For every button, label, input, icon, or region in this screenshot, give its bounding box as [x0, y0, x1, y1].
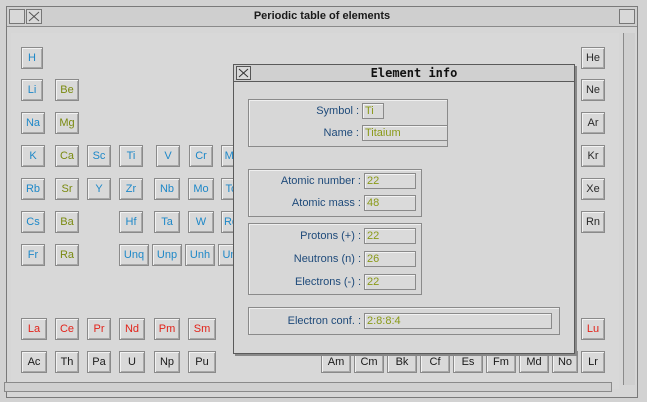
element-V[interactable]: V — [156, 145, 180, 167]
element-Ar[interactable]: Ar — [581, 112, 605, 134]
element-Sc[interactable]: Sc — [87, 145, 111, 167]
element-Na[interactable]: Na — [21, 112, 45, 134]
dialog-title: Element info — [370, 66, 458, 80]
toggle-size-icon[interactable] — [619, 9, 635, 24]
element-Th[interactable]: Th — [55, 351, 79, 373]
econf-row: Electron conf. : 2:8:8:4 — [248, 313, 552, 329]
element-H[interactable]: H — [21, 47, 43, 69]
element-Ti[interactable]: Ti — [119, 145, 143, 167]
element-Unq[interactable]: Unq — [119, 244, 149, 266]
symbol-row: Symbol : Ti — [252, 103, 384, 119]
horizontal-scrollbar[interactable] — [4, 382, 612, 392]
element-Lu[interactable]: Lu — [581, 318, 605, 340]
element-Rb[interactable]: Rb — [21, 178, 45, 200]
element-Unp[interactable]: Unp — [152, 244, 182, 266]
name-label: Name : — [323, 127, 359, 139]
element-W[interactable]: W — [188, 211, 214, 233]
element-Ce[interactable]: Ce — [55, 318, 79, 340]
atomic-number-label: Atomic number : — [280, 175, 361, 187]
electrons-field[interactable]: 22 — [364, 274, 416, 290]
element-K[interactable]: K — [21, 145, 45, 167]
element-He[interactable]: He — [581, 47, 605, 69]
element-Y[interactable]: Y — [87, 178, 111, 200]
element-Pr[interactable]: Pr — [87, 318, 111, 340]
atomic-mass-field[interactable]: 48 — [364, 195, 416, 211]
element-Lr[interactable]: Lr — [581, 351, 605, 373]
element-Fr[interactable]: Fr — [21, 244, 45, 266]
element-Rn[interactable]: Rn — [581, 211, 605, 233]
element-Am[interactable]: Am — [321, 351, 351, 373]
element-Cf[interactable]: Cf — [420, 351, 450, 373]
econf-field[interactable]: 2:8:8:4 — [364, 313, 552, 329]
electrons-label: Electrons (-) : — [294, 276, 361, 288]
element-Es[interactable]: Es — [453, 351, 483, 373]
element-Li[interactable]: Li — [21, 79, 43, 101]
protons-field[interactable]: 22 — [364, 228, 416, 244]
electrons-row: Electrons (-) : 22 — [248, 274, 416, 290]
element-Hf[interactable]: Hf — [119, 211, 143, 233]
neutrons-label: Neutrons (n) : — [293, 253, 361, 265]
close-icon[interactable] — [236, 66, 251, 80]
element-Sr[interactable]: Sr — [55, 178, 79, 200]
element-Np[interactable]: Np — [154, 351, 180, 373]
atomic-number-row: Atomic number : 22 — [248, 173, 416, 189]
element-info-dialog: Element info Symbol : Ti Name : Titaium … — [233, 64, 575, 354]
window-title: Periodic table of elements — [253, 10, 391, 22]
element-Be[interactable]: Be — [55, 79, 79, 101]
element-Pu[interactable]: Pu — [188, 351, 216, 373]
element-La[interactable]: La — [21, 318, 47, 340]
desktop: Periodic table of elements H He Li Be Ne… — [0, 0, 647, 402]
element-Ba[interactable]: Ba — [55, 211, 79, 233]
element-Ca[interactable]: Ca — [55, 145, 79, 167]
element-Ac[interactable]: Ac — [21, 351, 47, 373]
symbol-field[interactable]: Ti — [362, 103, 384, 119]
element-No[interactable]: No — [552, 351, 578, 373]
element-Md[interactable]: Md — [519, 351, 549, 373]
element-Ra[interactable]: Ra — [55, 244, 79, 266]
econf-label: Electron conf. : — [287, 315, 361, 327]
name-field[interactable]: Titaium — [362, 125, 448, 141]
element-Ne[interactable]: Ne — [581, 79, 605, 101]
element-Nd[interactable]: Nd — [119, 318, 145, 340]
vertical-scrollbar[interactable] — [623, 33, 635, 385]
element-Mg[interactable]: Mg — [55, 112, 79, 134]
protons-row: Protons (+) : 22 — [248, 228, 416, 244]
element-Fm[interactable]: Fm — [486, 351, 516, 373]
element-Xe[interactable]: Xe — [581, 178, 605, 200]
element-Nb[interactable]: Nb — [154, 178, 180, 200]
element-Kr[interactable]: Kr — [581, 145, 605, 167]
atomic-number-field[interactable]: 22 — [364, 173, 416, 189]
dialog-titlebar[interactable]: Element info — [234, 65, 574, 82]
element-Ta[interactable]: Ta — [154, 211, 180, 233]
element-Zr[interactable]: Zr — [119, 178, 143, 200]
neutrons-row: Neutrons (n) : 26 — [248, 251, 416, 267]
element-Pm[interactable]: Pm — [154, 318, 180, 340]
protons-label: Protons (+) : — [300, 230, 361, 242]
neutrons-field[interactable]: 26 — [364, 251, 416, 267]
atomic-mass-label: Atomic mass : — [291, 197, 361, 209]
element-Pa[interactable]: Pa — [87, 351, 111, 373]
element-Sm[interactable]: Sm — [188, 318, 216, 340]
element-Mo[interactable]: Mo — [188, 178, 214, 200]
element-U[interactable]: U — [119, 351, 145, 373]
atomic-mass-row: Atomic mass : 48 — [248, 195, 416, 211]
name-row: Name : Titaium — [252, 125, 448, 141]
window-titlebar[interactable]: Periodic table of elements — [7, 7, 637, 27]
element-Cs[interactable]: Cs — [21, 211, 45, 233]
element-Unh[interactable]: Unh — [185, 244, 215, 266]
element-Cr[interactable]: Cr — [189, 145, 213, 167]
element-Cm[interactable]: Cm — [354, 351, 384, 373]
element-Bk[interactable]: Bk — [387, 351, 417, 373]
symbol-label: Symbol : — [316, 105, 359, 117]
